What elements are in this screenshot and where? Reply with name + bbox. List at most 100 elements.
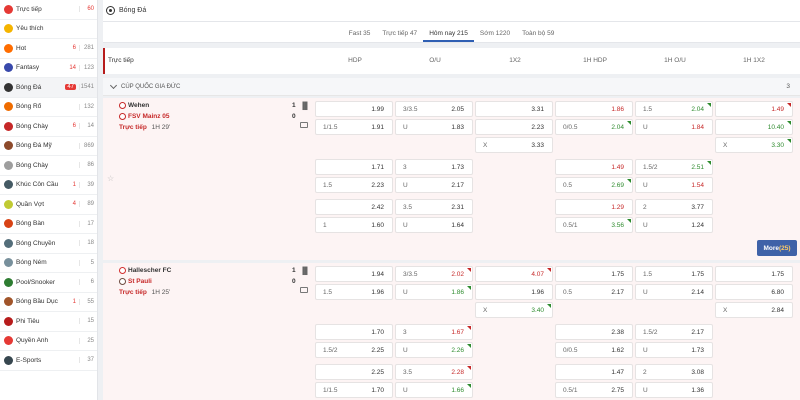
odds-cell[interactable]: U 2.26 bbox=[395, 342, 473, 358]
odds-cell[interactable]: 1.71 bbox=[315, 159, 393, 175]
odds-cell[interactable]: U 1.73 bbox=[635, 342, 713, 358]
odds-cell[interactable]: U 1.54 bbox=[635, 177, 713, 193]
odds-cell[interactable]: 1.5/2 2.25 bbox=[315, 342, 393, 358]
odds-cell[interactable]: 2.38 bbox=[555, 324, 633, 340]
away-team[interactable]: St Pauli 0 bbox=[119, 278, 296, 285]
odds-cell[interactable]: X 3.40 bbox=[475, 302, 553, 318]
odds-cell[interactable]: 1 1.60 bbox=[315, 217, 393, 233]
fantasy-icon bbox=[4, 63, 13, 73]
odds-cell[interactable]: 10.40 bbox=[715, 119, 793, 135]
sidebar-item-count: 86 bbox=[79, 162, 97, 169]
tab[interactable]: Trực tiếp 47 bbox=[376, 30, 423, 42]
odds-cell[interactable]: U 1.83 bbox=[395, 119, 473, 135]
odds-cell[interactable]: U 1.66 bbox=[395, 382, 473, 398]
home-team[interactable]: Wehen 1 bbox=[119, 102, 296, 109]
chevron-down-icon[interactable] bbox=[109, 81, 118, 90]
odds-cell[interactable]: 0.5/1 2.75 bbox=[555, 382, 633, 398]
live-stream-icon[interactable] bbox=[300, 122, 308, 128]
odds-line: 0.5/1 bbox=[563, 222, 578, 229]
odds-cell[interactable]: 1.5 1.75 bbox=[635, 266, 713, 282]
sidebar-item[interactable]: Pool/Snooker 6 bbox=[0, 273, 97, 293]
odds-cell[interactable]: 2 3.77 bbox=[635, 199, 713, 215]
sidebar-item[interactable]: Phi Tiêu 15 bbox=[0, 312, 97, 332]
odds-cell[interactable]: 3 1.67 bbox=[395, 324, 473, 340]
stats-chart-icon[interactable]: ▐▌ bbox=[300, 103, 310, 110]
odds-cell[interactable]: 1.49 bbox=[555, 159, 633, 175]
odds-cell[interactable]: 2.42 bbox=[315, 199, 393, 215]
sidebar-item[interactable]: Hot 6 281 bbox=[0, 39, 97, 59]
sidebar-item[interactable]: Bóng Chày 6 14 bbox=[0, 117, 97, 137]
odds-cell[interactable]: U 2.14 bbox=[635, 284, 713, 300]
sidebar-item[interactable]: Bóng Bầu Dục 1 55 bbox=[0, 293, 97, 312]
tab[interactable]: Toàn bộ 59 bbox=[516, 30, 560, 42]
sidebar-item[interactable]: Trực tiếp 60 bbox=[0, 0, 97, 20]
odds-cell[interactable]: 3.5 2.28 bbox=[395, 364, 473, 380]
sidebar-item[interactable]: Quyền Anh 25 bbox=[0, 332, 97, 351]
odds-cell[interactable]: 1.94 bbox=[315, 266, 393, 282]
odds-cell[interactable]: 0/0.5 1.62 bbox=[555, 342, 633, 358]
odds-cell[interactable]: 2 3.08 bbox=[635, 364, 713, 380]
odds-cell[interactable]: 1.5 2.23 bbox=[315, 177, 393, 193]
odds-cell[interactable]: 1.5/2 2.51 bbox=[635, 159, 713, 175]
live-stream-icon[interactable] bbox=[300, 287, 308, 293]
odds-cell[interactable]: U 2.17 bbox=[395, 177, 473, 193]
odds-cell[interactable]: X 3.33 bbox=[475, 137, 553, 153]
odds-cell[interactable]: 1/1.5 1.70 bbox=[315, 382, 393, 398]
odds-cell[interactable]: 0.5 2.17 bbox=[555, 284, 633, 300]
stats-chart-icon[interactable]: ▐▌ bbox=[300, 268, 310, 275]
tab[interactable]: Hôm nay 215 bbox=[423, 30, 474, 42]
sidebar-item[interactable]: Bóng Đá Mỹ 869 bbox=[0, 137, 97, 156]
odds-cell[interactable]: 1.86 bbox=[555, 101, 633, 117]
odds-cell[interactable]: 1.96 bbox=[475, 284, 553, 300]
odds-cell[interactable]: U 1.24 bbox=[635, 217, 713, 233]
odds-cell[interactable]: 1.5 1.96 bbox=[315, 284, 393, 300]
odds-cell[interactable]: 1.29 bbox=[555, 199, 633, 215]
odds-cell[interactable]: 3/3.5 2.02 bbox=[395, 266, 473, 282]
sidebar-item[interactable]: Fantasy 14 123 bbox=[0, 59, 97, 78]
odds-cell[interactable]: X 2.84 bbox=[715, 302, 793, 318]
tab[interactable]: Sớm 1220 bbox=[474, 30, 516, 42]
odds-cell[interactable]: 3.31 bbox=[475, 101, 553, 117]
odds-cell[interactable]: 4.07 bbox=[475, 266, 553, 282]
odds-cell[interactable]: U 1.64 bbox=[395, 217, 473, 233]
odds-cell[interactable]: 0.5/1 3.56 bbox=[555, 217, 633, 233]
odds-cell[interactable]: 1.49 bbox=[715, 101, 793, 117]
sidebar-item[interactable]: Khúc Côn Cầu 1 39 bbox=[0, 176, 97, 195]
sidebar-item[interactable]: Bóng Ném 5 bbox=[0, 254, 97, 273]
odds-cell[interactable]: U 1.36 bbox=[635, 382, 713, 398]
league-header[interactable]: CÚP QUỐC GIA ĐỨC 3 bbox=[103, 78, 800, 96]
odds-cell[interactable]: U 1.84 bbox=[635, 119, 713, 135]
odds-cell[interactable]: 2.25 bbox=[315, 364, 393, 380]
odds-cell[interactable]: 3 1.73 bbox=[395, 159, 473, 175]
home-team[interactable]: Hallescher FC 1 bbox=[119, 267, 296, 274]
odds-price: 2.28 bbox=[451, 369, 464, 376]
odds-cell[interactable]: 1.5/2 2.17 bbox=[635, 324, 713, 340]
sidebar-item[interactable]: Bóng Chày 86 bbox=[0, 156, 97, 176]
odds-cell[interactable]: 6.80 bbox=[715, 284, 793, 300]
more-markets-button[interactable]: More (25) bbox=[757, 240, 797, 256]
odds-cell[interactable]: 1.5 2.04 bbox=[635, 101, 713, 117]
odds-cell[interactable]: U 1.86 bbox=[395, 284, 473, 300]
tab[interactable]: Fast 35 bbox=[343, 30, 377, 42]
sidebar-item[interactable]: Bóng Bàn 17 bbox=[0, 215, 97, 234]
odds-cell[interactable]: 1/1.5 1.91 bbox=[315, 119, 393, 135]
sidebar-item[interactable]: Bóng Rổ 132 bbox=[0, 98, 97, 117]
away-team[interactable]: FSV Mainz 05 0 bbox=[119, 113, 296, 120]
odds-cell[interactable]: 1.75 bbox=[555, 266, 633, 282]
odds-cell[interactable]: 1.47 bbox=[555, 364, 633, 380]
sidebar-item[interactable]: Bóng Đá 47 1541 bbox=[0, 78, 97, 98]
odds-cell[interactable]: 2.23 bbox=[475, 119, 553, 135]
odds-cell[interactable]: 3.5 2.31 bbox=[395, 199, 473, 215]
sidebar-item[interactable]: Bóng Chuyền 18 bbox=[0, 234, 97, 254]
odds-cell[interactable]: 1.70 bbox=[315, 324, 393, 340]
odds-cell[interactable]: 1.99 bbox=[315, 101, 393, 117]
sidebar-item[interactable]: Quần Vợt 4 89 bbox=[0, 195, 97, 215]
sidebar-item[interactable]: E-Sports 37 bbox=[0, 351, 97, 371]
favorite-star-icon[interactable]: ☆ bbox=[107, 174, 114, 183]
odds-cell[interactable]: X 3.30 bbox=[715, 137, 793, 153]
sidebar-item[interactable]: Yêu thích bbox=[0, 20, 97, 39]
odds-cell[interactable]: 0.5 2.69 bbox=[555, 177, 633, 193]
odds-cell[interactable]: 0/0.5 2.04 bbox=[555, 119, 633, 135]
odds-cell[interactable]: 3/3.5 2.05 bbox=[395, 101, 473, 117]
odds-cell[interactable]: 1.75 bbox=[715, 266, 793, 282]
